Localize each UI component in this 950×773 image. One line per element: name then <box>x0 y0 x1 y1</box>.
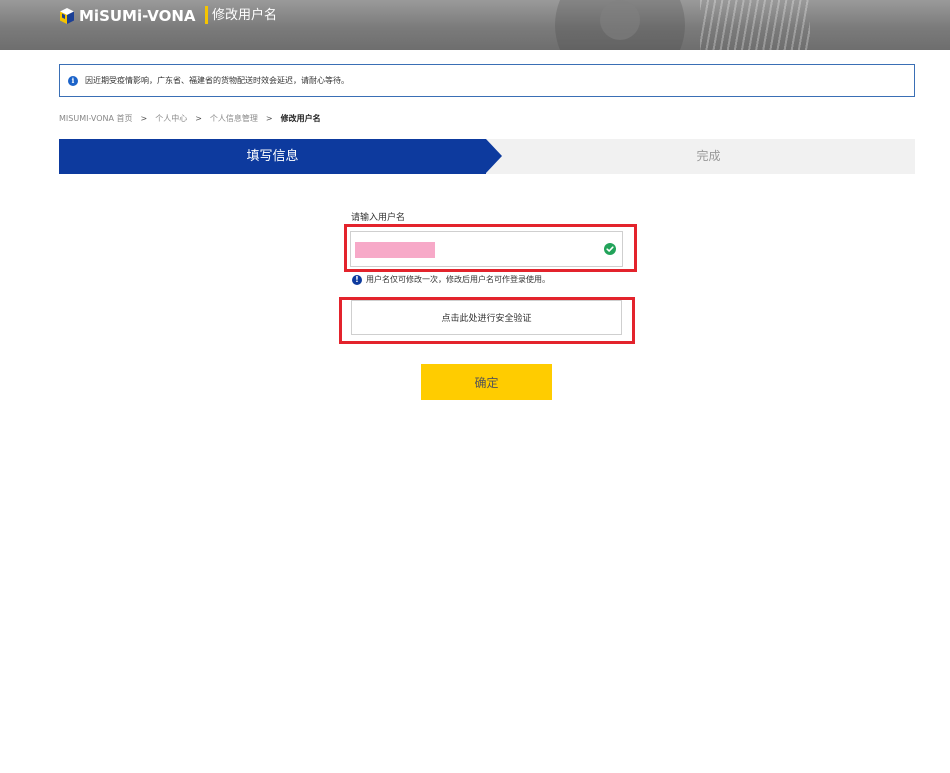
security-verify-button[interactable]: 点击此处进行安全验证 <box>351 300 622 335</box>
username-hint: ! 用户名仅可修改一次，修改后用户名可作登录使用。 <box>352 274 550 285</box>
breadcrumb-personal-center[interactable]: 个人中心 <box>155 113 187 124</box>
step-label-fill-info: 填写信息 <box>246 149 299 164</box>
breadcrumb-profile-management[interactable]: 个人信息管理 <box>210 113 258 124</box>
username-input[interactable]: redacted <box>350 231 623 267</box>
progress-steps: 填写信息 完成 <box>59 139 915 174</box>
breadcrumb: MISUMI-VONA 首页 > 个人中心 > 个人信息管理 > 修改用户名 <box>59 112 321 124</box>
breadcrumb-current: 修改用户名 <box>280 113 321 123</box>
breadcrumb-separator: > <box>265 113 273 123</box>
breadcrumb-separator: > <box>140 113 148 123</box>
site-logo[interactable]: MiSUMi-VONA <box>59 6 196 26</box>
notice-banner: i 因近期受疫情影响，广东省、福建省的货物配送时效会延迟，请耐心等待。 <box>59 64 915 97</box>
hint-text: 用户名仅可修改一次，修改后用户名可作登录使用。 <box>366 275 550 284</box>
header-decoration-gear <box>555 0 685 50</box>
username-value-redacted: redacted <box>355 242 435 258</box>
logo-text: MiSUMi-VONA <box>79 7 196 25</box>
breadcrumb-separator: > <box>195 113 202 123</box>
header-separator <box>205 6 208 24</box>
info-icon: i <box>68 75 78 86</box>
logo-cube-icon <box>59 7 75 25</box>
username-label: 请输入用户名 <box>351 213 406 223</box>
header-decoration-bars <box>700 0 810 50</box>
notice-text: 因近期受疫情影响，广东省、福建省的货物配送时效会延迟，请耐心等待。 <box>85 76 349 85</box>
check-circle-icon <box>604 243 616 255</box>
exclamation-icon: ! <box>352 274 362 285</box>
step-label-complete: 完成 <box>696 149 721 163</box>
site-header: MiSUMi-VONA 修改用户名 <box>0 0 950 50</box>
confirm-button[interactable]: 确定 <box>421 364 552 400</box>
page-title: 修改用户名 <box>212 8 278 23</box>
breadcrumb-home[interactable]: MISUMI-VONA 首页 <box>59 113 133 124</box>
